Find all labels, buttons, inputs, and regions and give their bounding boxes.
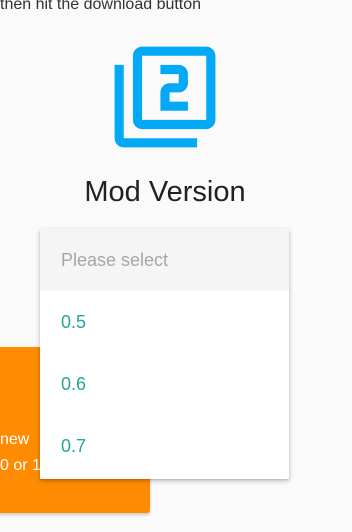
- section-title: Mod Version: [84, 176, 246, 208]
- select-option-0-5[interactable]: 0.5: [40, 291, 289, 353]
- select-option-0-6[interactable]: 0.6: [40, 353, 289, 415]
- notice-card-line-1: new: [0, 431, 30, 448]
- notice-card-line-2: 0 or 1: [0, 457, 41, 474]
- filter-2-icon: [110, 42, 220, 152]
- select-option-0-7[interactable]: 0.7: [40, 415, 289, 477]
- select-placeholder: Please select: [40, 229, 289, 291]
- instruction-text: then hit the download button: [0, 0, 202, 13]
- version-select-menu: Please select 0.5 0.6 0.7: [40, 229, 289, 479]
